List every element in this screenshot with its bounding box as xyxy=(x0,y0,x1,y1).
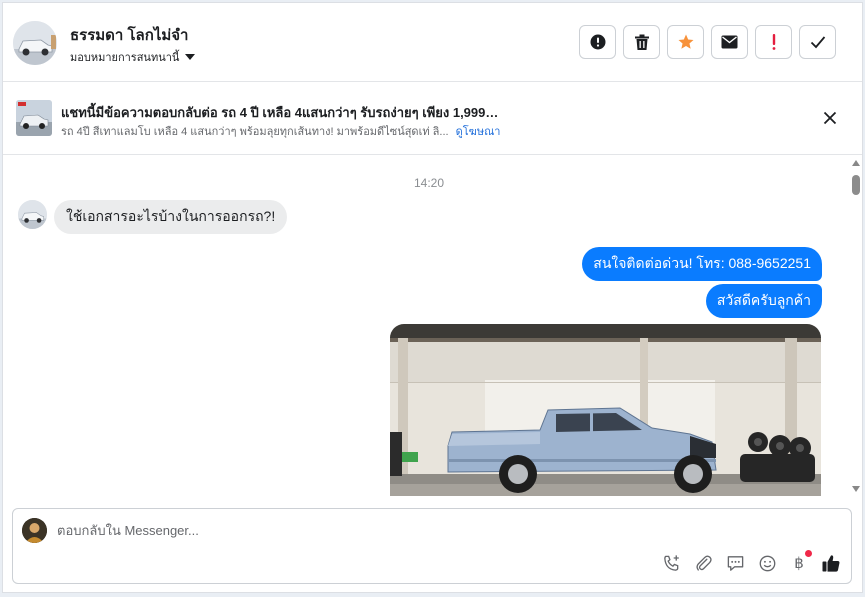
sender-avatar xyxy=(18,200,47,229)
check-icon xyxy=(810,36,825,49)
baht-icon: ฿ xyxy=(794,554,804,572)
inbox-panel: ธรรมดา โลกไม่จำ มอบหมายการสนทนานี้ แชทนี… xyxy=(2,2,863,593)
view-ad-link[interactable]: ดูโฆษณา xyxy=(456,126,501,138)
phone-plus-icon xyxy=(663,554,679,571)
reply-input[interactable] xyxy=(57,523,657,538)
vehicle-photo-attachment[interactable] xyxy=(390,324,821,496)
contact-avatar[interactable] xyxy=(13,21,57,65)
contact-name[interactable]: ธรรมดา โลกไม่จำ xyxy=(70,23,188,47)
scroll-down-arrow-icon[interactable] xyxy=(852,486,860,492)
reply-composer: ฿ xyxy=(12,508,852,584)
smiley-icon xyxy=(759,555,775,571)
assign-label: มอบหมายการสนทนานี้ xyxy=(70,52,180,64)
mark-unread-button[interactable] xyxy=(711,25,748,59)
header-actions xyxy=(579,25,836,59)
call-button[interactable] xyxy=(661,553,681,573)
conversation-header: ธรรมดา โลกไม่จำ มอบหมายการสนทนานี้ xyxy=(3,3,862,82)
ad-subtitle: รถ 4ปี สีเทาแลมโบ เหลือ 4 แสนกว่าๆ พร้อม… xyxy=(61,126,449,138)
ad-thumbnail[interactable] xyxy=(16,100,52,136)
outgoing-message[interactable]: สวัสดีครับลูกค้า xyxy=(705,284,822,318)
scroll-up-arrow-icon[interactable] xyxy=(852,160,860,166)
caret-down-icon xyxy=(185,54,196,60)
thumbs-up-icon xyxy=(822,555,840,572)
page-avatar xyxy=(22,518,47,543)
emoji-button[interactable] xyxy=(757,553,777,573)
attach-file-button[interactable] xyxy=(693,553,713,573)
close-icon xyxy=(823,111,837,125)
alert-circle-icon xyxy=(590,34,605,50)
outgoing-message[interactable]: สนใจติดต่อด่วน! โทร: 088-9652251 xyxy=(582,247,822,281)
assign-conversation-dropdown[interactable]: มอบหมายการสนทนานี้ xyxy=(70,48,196,66)
message-thread[interactable]: 14:20 ใช้เอกสารอะไรบ้างในการออกรถ?! สนใจ… xyxy=(3,156,862,496)
ad-context-bar: แชทนี้มีข้อความตอบกลับต่อ รถ 4 ปี เหลือ … xyxy=(3,83,862,155)
delete-button[interactable] xyxy=(623,25,660,59)
pickup-truck-photo xyxy=(390,324,821,496)
notification-dot xyxy=(805,550,812,557)
saved-replies-button[interactable] xyxy=(725,553,745,573)
ad-description: รถ 4ปี สีเทาแลมโบ เหลือ 4 แสนกว่าๆ พร้อม… xyxy=(61,122,500,140)
chat-bubble-icon xyxy=(727,555,743,571)
star-icon xyxy=(678,34,693,49)
mark-done-button[interactable] xyxy=(799,25,836,59)
trash-icon xyxy=(634,34,649,50)
incoming-message[interactable]: ใช้เอกสารอะไรบ้างในการออกรถ?! xyxy=(54,200,288,234)
paperclip-icon xyxy=(695,555,712,571)
thread-scrollbar[interactable] xyxy=(850,156,862,496)
follow-up-button[interactable] xyxy=(755,25,792,59)
star-button[interactable] xyxy=(667,25,704,59)
ad-title: แชทนี้มีข้อความตอบกลับต่อ รถ 4 ปี เหลือ … xyxy=(61,105,501,120)
report-spam-button[interactable] xyxy=(579,25,616,59)
like-button[interactable] xyxy=(821,553,841,573)
mail-icon xyxy=(721,35,738,49)
message-timestamp: 14:20 xyxy=(413,176,445,190)
composer-toolbar: ฿ xyxy=(661,550,841,573)
scrollbar-thumb[interactable] xyxy=(852,175,860,195)
payment-button[interactable]: ฿ xyxy=(789,550,812,573)
exclamation-icon xyxy=(772,34,775,50)
close-ad-bar-button[interactable] xyxy=(821,109,839,127)
